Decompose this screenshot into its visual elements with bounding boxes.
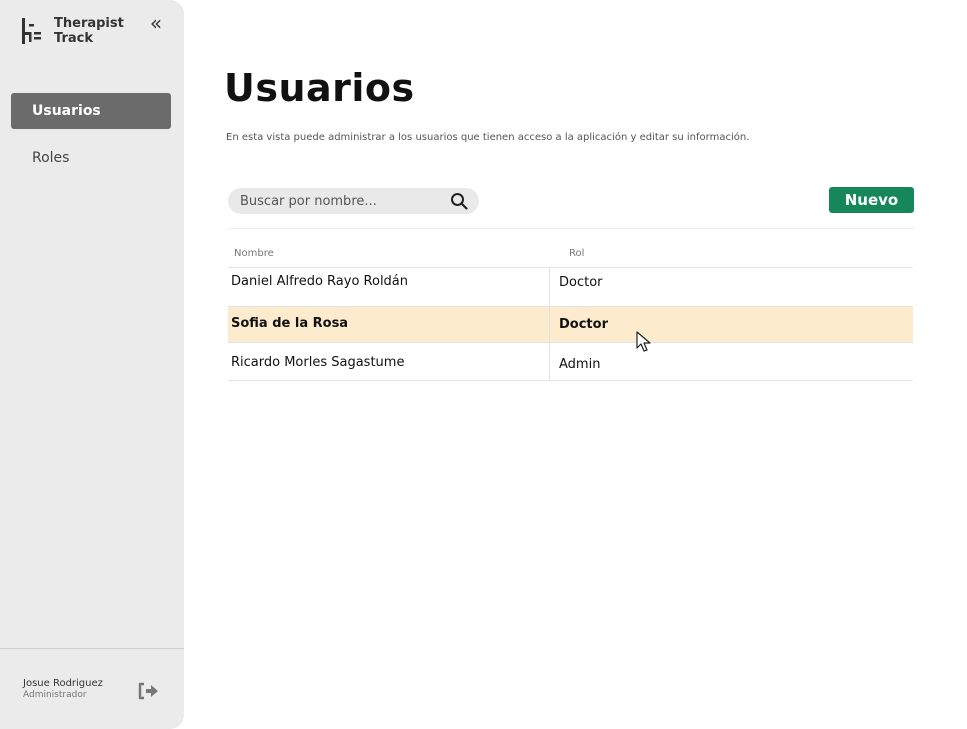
sidebar: Therapist Track « Usuarios Roles Josue R… xyxy=(0,0,184,729)
cell-nombre: Daniel Alfredo Rayo Roldán xyxy=(231,274,409,289)
user-name: Josue Rodriguez xyxy=(23,678,103,689)
column-divider xyxy=(549,267,550,381)
collapse-icon[interactable]: « xyxy=(145,13,167,35)
mouse-cursor-icon xyxy=(636,331,651,352)
column-header-nombre: Nombre xyxy=(234,248,274,259)
search-icon[interactable] xyxy=(450,192,468,210)
divider xyxy=(228,228,914,229)
user-role: Administrador xyxy=(23,690,87,700)
page-description: En esta vista puede administrar a los us… xyxy=(226,132,750,143)
app-logo: Therapist Track xyxy=(20,16,124,46)
sidebar-item-roles[interactable]: Roles xyxy=(11,140,171,176)
table-row[interactable]: Daniel Alfredo Rayo Roldán Doctor xyxy=(228,267,913,306)
sidebar-divider xyxy=(0,648,184,649)
sidebar-item-usuarios[interactable]: Usuarios xyxy=(11,93,171,129)
page-title: Usuarios xyxy=(224,66,415,110)
app-name-line2: Track xyxy=(54,31,93,46)
app-name: Therapist Track xyxy=(54,16,124,46)
cell-nombre: Ricardo Morles Sagastume xyxy=(231,355,405,370)
app-name-line1: Therapist xyxy=(54,16,124,31)
cell-nombre: Sofia de la Rosa xyxy=(231,316,349,331)
cell-rol: Doctor xyxy=(559,275,603,290)
search-bar xyxy=(228,188,479,214)
cell-rol: Admin xyxy=(559,357,601,372)
new-user-button[interactable]: Nuevo xyxy=(829,187,914,213)
logout-icon[interactable] xyxy=(136,681,160,701)
cell-rol: Doctor xyxy=(559,317,608,332)
search-input[interactable] xyxy=(228,188,428,214)
logo-icon xyxy=(22,18,41,44)
column-header-rol: Rol xyxy=(569,248,585,259)
table-row[interactable]: Ricardo Morles Sagastume Admin xyxy=(228,342,913,381)
table-row[interactable]: Sofia de la Rosa Doctor xyxy=(228,306,913,342)
